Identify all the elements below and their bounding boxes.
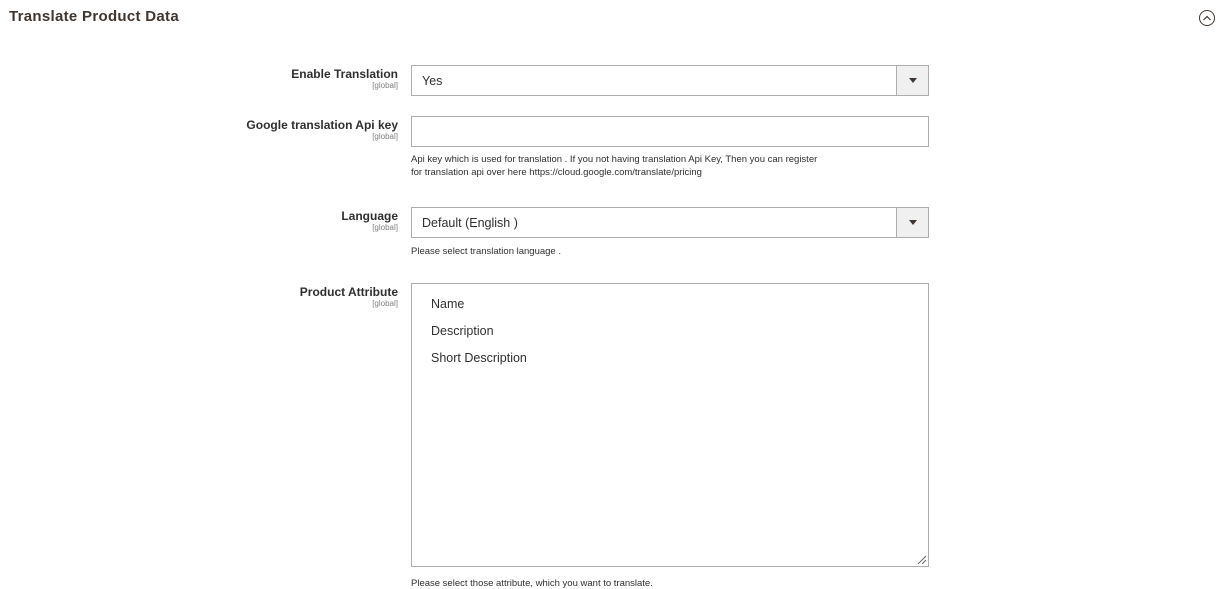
enable-translation-value: Yes [422,73,443,88]
api-key-note: Api key which is used for translation . … [411,153,931,179]
product-attribute-label: Product Attribute [299,285,398,299]
api-key-label: Google translation Api key [246,118,398,132]
api-key-input[interactable] [411,116,929,147]
language-value: Default (English ) [422,215,518,230]
section-title[interactable]: Translate Product Data [9,8,179,25]
api-key-scope: [global] [372,132,398,141]
attribute-option-description[interactable]: Description [431,320,928,347]
language-note: Please select translation language . [411,246,561,257]
dropdown-arrow-icon[interactable] [896,208,928,237]
attribute-option-short-description[interactable]: Short Description [431,347,928,374]
enable-translation-select[interactable]: Yes [411,65,929,96]
attribute-option-name[interactable]: Name [431,293,928,320]
api-key-label-block: Google translation Api key [global] [246,118,398,141]
product-attribute-scope: [global] [372,299,398,308]
product-attribute-label-block: Product Attribute [global] [300,285,398,308]
enable-translation-scope: [global] [372,81,398,90]
dropdown-arrow-icon[interactable] [896,66,928,95]
chevron-up-circle-icon[interactable] [1199,10,1215,26]
resize-handle-icon[interactable] [916,554,926,564]
language-select[interactable]: Default (English ) [411,207,929,238]
product-attribute-note: Please select those attribute, which you… [411,578,653,589]
language-label: Language [341,209,398,223]
product-attribute-multiselect[interactable]: Name Description Short Description [411,283,929,567]
enable-translation-label-block: Enable Translation [global] [291,67,398,90]
enable-translation-label: Enable Translation [291,67,398,81]
language-label-block: Language [global] [341,209,398,232]
api-key-note-line1: Api key which is used for translation . … [411,154,818,165]
language-scope: [global] [372,223,398,232]
api-key-note-line2: for translation api over here https://cl… [411,167,702,178]
